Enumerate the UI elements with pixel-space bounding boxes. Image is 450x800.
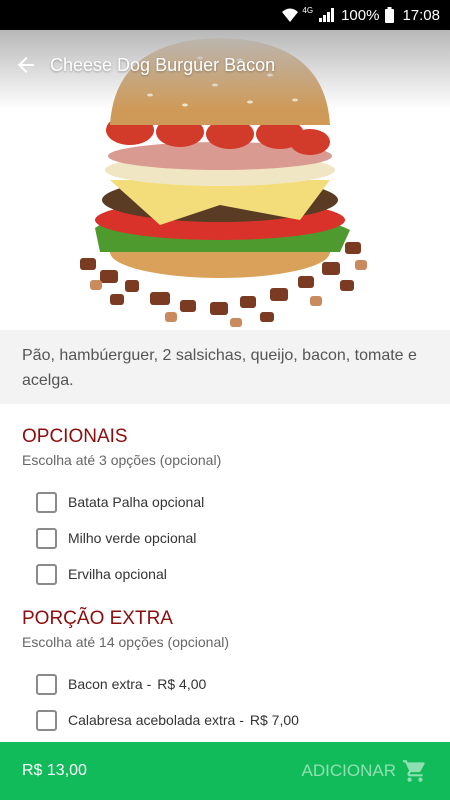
options-list[interactable]: OPCIONAIS Escolha até 3 opções (opcional… — [0, 404, 450, 742]
add-to-cart-button[interactable]: ADICIONAR — [302, 758, 428, 784]
option-label: Batata Palha opcional — [68, 494, 205, 510]
option-label: Ervilha opcional — [68, 566, 167, 582]
option-bacon-extra[interactable]: Bacon extra - R$ 4,00 — [36, 672, 206, 696]
option-label: Calabresa acebolada extra - — [68, 712, 244, 728]
cart-icon — [402, 758, 428, 784]
signal-icon — [319, 8, 335, 22]
option-price: R$ 4,00 — [157, 676, 207, 692]
group-subtitle-opcionais: Escolha até 3 opções (opcional) — [22, 452, 222, 468]
back-button[interactable] — [12, 51, 40, 79]
add-button-label: ADICIONAR — [301, 761, 396, 780]
page-title: Cheese Dog Burguer Bacon — [50, 54, 276, 75]
group-title-opcionais: OPCIONAIS — [22, 426, 128, 447]
group-title-porcao-extra: PORÇÃO EXTRA — [22, 608, 173, 629]
checkbox[interactable] — [36, 563, 57, 585]
checkout-bar: R$ 13,00 ADICIONAR — [0, 742, 450, 800]
app-bar: Cheese Dog Burguer Bacon — [0, 30, 450, 100]
checkbox[interactable] — [36, 673, 57, 695]
checkbox[interactable] — [36, 709, 57, 731]
battery-icon — [385, 7, 395, 23]
network-type: 4G — [302, 5, 314, 15]
option-price: R$ 7,00 — [249, 712, 299, 728]
status-bar: 4G 100% 17:08 — [0, 0, 450, 30]
clock: 17:08 — [402, 6, 440, 24]
battery-percent: 100% — [341, 6, 380, 24]
option-calabresa-acebolada-extra[interactable]: Calabresa acebolada extra - R$ 7,00 — [36, 708, 299, 732]
checkbox[interactable] — [36, 491, 57, 513]
option-batata-palha[interactable]: Batata Palha opcional — [36, 490, 204, 514]
option-label: Bacon extra - — [68, 676, 152, 692]
checkbox[interactable] — [36, 527, 57, 549]
wifi-icon — [280, 7, 300, 23]
option-milho-verde[interactable]: Milho verde opcional — [36, 526, 196, 550]
product-description: Pão, hambúerguer, 2 salsichas, queijo, b… — [0, 330, 450, 404]
arrow-left-icon — [18, 57, 34, 73]
option-label: Milho verde opcional — [68, 530, 197, 546]
group-subtitle-porcao-extra: Escolha até 14 opções (opcional) — [22, 634, 230, 650]
option-ervilha[interactable]: Ervilha opcional — [36, 562, 167, 586]
total-price: R$ 13,00 — [22, 762, 87, 779]
